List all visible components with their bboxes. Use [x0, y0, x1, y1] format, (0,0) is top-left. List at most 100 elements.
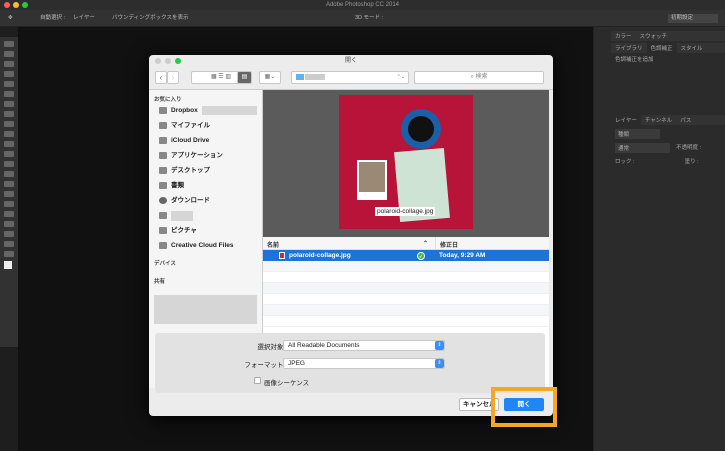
tool-icon[interactable] [4, 51, 14, 57]
tab-paths[interactable]: パス [676, 115, 695, 125]
image-sequence-checkbox[interactable] [254, 377, 261, 384]
tab-channels[interactable]: チャンネル [641, 115, 676, 125]
tool-icon[interactable] [4, 131, 14, 137]
location-popup[interactable]: ⌃⌄ [291, 71, 409, 84]
dialog-title: 開く [344, 58, 357, 64]
tool-icon[interactable] [4, 191, 14, 197]
arrange-button[interactable]: ▦⌄ [259, 71, 281, 84]
dropbox-icon [159, 107, 167, 114]
sidebar-item-label: ピクチャ [171, 227, 197, 234]
coverflow-view-icon[interactable]: ▤ [237, 71, 252, 84]
format-select[interactable]: JPEG ⇕ [283, 358, 445, 369]
tool-icon[interactable] [4, 61, 14, 67]
options-bar: ✥ 自動選択 : レイヤー バウンディングボックスを表示 3D モード : 初期… [0, 10, 725, 27]
search-field[interactable]: ⌕ 検索 [414, 71, 544, 84]
format-value: JPEG [288, 360, 305, 367]
tool-icon[interactable] [4, 181, 14, 187]
file-name: polaroid-collage.jpg [289, 252, 351, 259]
sidebar-item-label: デスクトップ [171, 167, 210, 174]
dialog-minimize-button[interactable] [165, 58, 171, 64]
tool-icon[interactable] [4, 81, 14, 87]
layer-kind-filter[interactable]: 種類 [615, 129, 660, 139]
tool-icon[interactable] [4, 241, 14, 247]
file-modified: Today, 9:29 AM [439, 252, 486, 259]
search-placeholder: 検索 [475, 74, 488, 80]
close-window-button[interactable] [4, 2, 10, 8]
color-swatch[interactable] [4, 261, 12, 269]
applications-icon [159, 152, 167, 159]
sidebar-item-desktop[interactable]: デスクトップ [149, 163, 262, 178]
tool-icon[interactable] [4, 111, 14, 117]
options-panel: 選択対象 : All Readable Documents ⇕ フォーマット : … [155, 333, 545, 393]
move-tool-icon[interactable]: ✥ [8, 10, 13, 27]
auto-select-checkbox[interactable]: 自動選択 : [40, 10, 65, 27]
minimize-window-button[interactable] [13, 2, 19, 8]
sort-ascending-icon: ⌃ [423, 241, 429, 247]
tool-icon[interactable] [4, 201, 14, 207]
file-row-selected[interactable]: polaroid-collage.jpg ✓ Today, 9:29 AM [263, 250, 549, 261]
sidebar-item-all-files[interactable]: マイファイル [149, 118, 262, 133]
sidebar-item-creative-cloud[interactable]: Creative Cloud Files [149, 238, 262, 253]
dialog-zoom-button[interactable] [175, 58, 181, 64]
fill-label: 塗り : [684, 159, 699, 165]
sidebar-item-home[interactable] [149, 208, 262, 223]
documents-icon [159, 182, 167, 189]
forward-button[interactable]: › [167, 71, 179, 84]
tool-icon[interactable] [4, 91, 14, 97]
enable-select[interactable]: All Readable Documents ⇕ [283, 340, 445, 351]
tab-libraries[interactable]: ライブラリ [611, 43, 647, 53]
sidebar-item-dropbox[interactable]: Dropbox [149, 103, 262, 118]
sidebar-item-icloud[interactable]: iCloud Drive [149, 133, 262, 148]
zoom-window-button[interactable] [22, 2, 28, 8]
panel-icon-strip [593, 27, 611, 451]
tab-swatches[interactable]: スウォッチ [636, 31, 672, 41]
sidebar-item-applications[interactable]: アプリケーション [149, 148, 262, 163]
dialog-toolbar: ‹ › ▦ ☰ ▥ ▤ ▦⌄ ⌃⌄ ⌕ 検索 [149, 67, 553, 90]
dialog-close-button[interactable] [155, 58, 161, 64]
sidebar-item-label: アプリケーション [171, 152, 223, 159]
tool-icon[interactable] [4, 251, 14, 257]
3d-mode-label: 3D モード : [355, 15, 384, 21]
highlight-box [491, 387, 557, 427]
tool-icon[interactable] [4, 231, 14, 237]
sidebar-item-downloads[interactable]: ダウンロード [149, 193, 262, 208]
tool-icon[interactable] [4, 141, 14, 147]
workspace-dropdown[interactable]: 初期設定 [668, 14, 718, 23]
tool-icon[interactable] [4, 211, 14, 217]
list-view-icon[interactable]: ☰ [218, 74, 223, 80]
tool-icon[interactable] [4, 151, 14, 157]
tab-styles[interactable]: スタイル [677, 43, 707, 53]
layer-select-dropdown[interactable]: レイヤー [73, 10, 95, 27]
enable-value: All Readable Documents [288, 342, 360, 349]
column-header-modified[interactable]: 修正日 [435, 237, 462, 250]
tool-icon[interactable] [4, 221, 14, 227]
download-icon [159, 197, 167, 204]
blend-mode-dropdown[interactable]: 通常 [615, 143, 670, 153]
tools-panel [0, 37, 18, 347]
tool-icon[interactable] [4, 41, 14, 47]
sidebar-item-pictures[interactable]: ピクチャ [149, 223, 262, 238]
desktop-icon [159, 167, 167, 174]
tool-icon[interactable] [4, 71, 14, 77]
preview-caption: polaroid-collage.jpg [375, 207, 436, 216]
synced-check-icon: ✓ [417, 252, 425, 260]
sidebar-item-label: マイファイル [171, 122, 210, 129]
tab-color[interactable]: カラー [611, 31, 636, 41]
tool-icon[interactable] [4, 121, 14, 127]
shared-header: 共有 [154, 279, 166, 285]
icon-view-icon[interactable]: ▦ [211, 74, 217, 80]
column-header-name[interactable]: 名前 [267, 240, 279, 249]
column-view-icon[interactable]: ▥ [225, 74, 231, 80]
sidebar-item-label: Dropbox [171, 107, 198, 114]
tab-layers[interactable]: レイヤー [611, 115, 641, 125]
tool-icon[interactable] [4, 161, 14, 167]
select-arrows-icon: ⇕ [435, 359, 444, 368]
sidebar-item-documents[interactable]: 書類 [149, 178, 262, 193]
tab-adjustments[interactable]: 色調補正 [646, 43, 677, 53]
tool-icon[interactable] [4, 101, 14, 107]
back-button[interactable]: ‹ [155, 71, 167, 84]
tool-icon[interactable] [4, 171, 14, 177]
app-titlebar: Adobe Photoshop CC 2014 [0, 0, 725, 10]
show-bbox-checkbox[interactable]: バウンディングボックスを表示 [112, 10, 188, 27]
preview-image: polaroid-collage.jpg [339, 95, 473, 229]
